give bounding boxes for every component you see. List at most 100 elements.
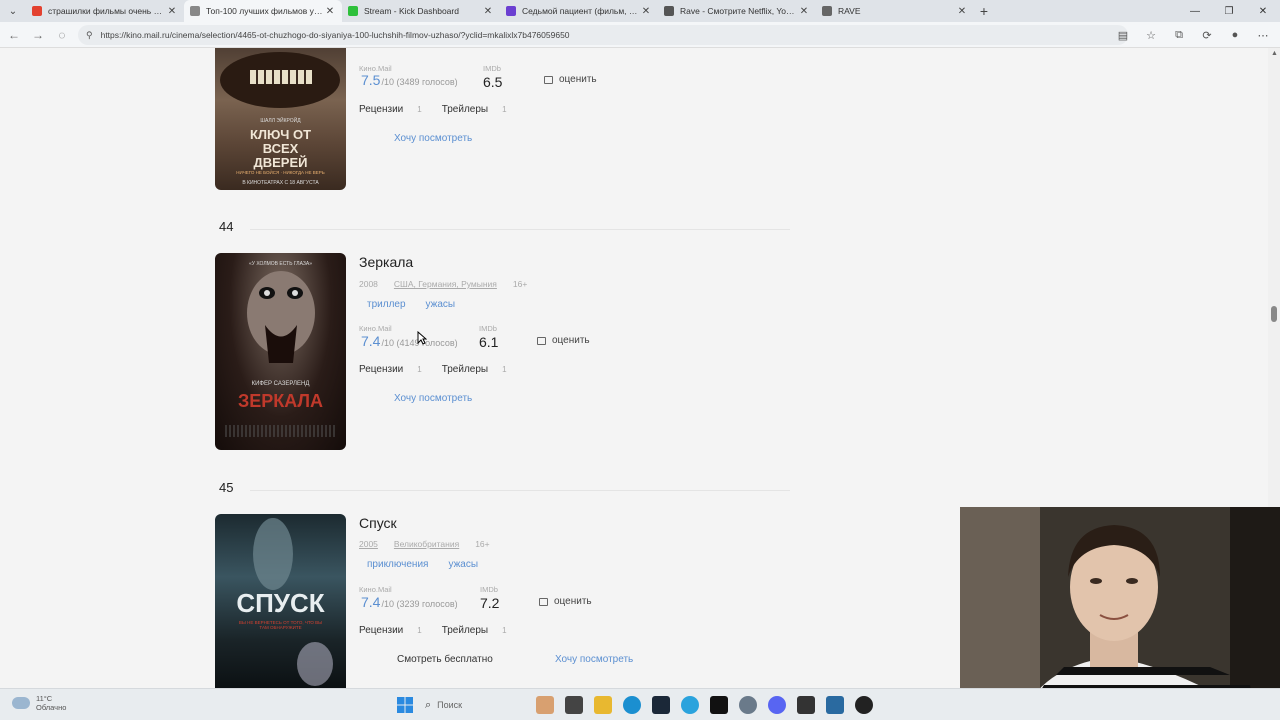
trailers-link[interactable]: Трейлеры 1 [442,625,507,636]
rating-value: 7.4 [361,333,381,349]
app-icon[interactable] [710,696,728,714]
poster-title-text: СПУСК [236,588,325,618]
steam-icon[interactable] [652,696,670,714]
close-tab-icon[interactable]: ✕ [482,6,494,17]
scroll-up-icon[interactable]: ▲ [1271,50,1278,57]
stop-loading-button[interactable]: ◌ [50,23,74,47]
reviews-link[interactable]: Рецензии 1 [359,364,422,375]
browser-tab[interactable]: страшилки фильмы очень страшн✕ [26,0,184,22]
movie-year[interactable]: 2005 [359,539,378,549]
want-to-watch-button[interactable]: Хочу посмотреть [555,654,633,665]
poster-tagline: ВЫ НЕ ВЕРНЕТЕСЬ ОТ ТОГО, ЧТО ВЫ ТАМ ОБНА… [238,620,323,630]
rate-label: оценить [559,74,597,85]
want-to-watch-button[interactable]: Хочу посмотреть [394,393,472,404]
tab-bar: ⌄ страшилки фильмы очень страшн✕Топ-100 … [0,0,1280,22]
rating-block: 7.4 /10 (3239 голосов) [361,594,458,610]
genre-tag[interactable]: триллер [367,299,406,310]
rating-value: 7.4 [361,594,381,610]
movie-poster[interactable]: СПУСК ВЫ НЕ ВЕРНЕТЕСЬ ОТ ТОГО, ЧТО ВЫ ТА… [215,514,346,688]
browser-tab[interactable]: Rave - Смотрите Netflix, YouTube ✕ [658,0,816,22]
want-to-watch-button[interactable]: Хочу посмотреть [394,133,472,144]
bookmark-star-icon[interactable]: ☆ [1142,25,1160,45]
close-tab-icon[interactable]: ✕ [166,6,178,17]
browser-tab[interactable]: Седьмой пациент (фильм, 2016) ✕ [500,0,658,22]
back-button[interactable]: ← [2,23,26,47]
imdb-value: 6.1 [479,334,499,350]
trailers-link[interactable]: Трейлеры 1 [442,364,507,375]
task-view-icon[interactable] [565,696,583,714]
reviews-link[interactable]: Рецензии 1 [359,625,422,636]
minimize-button[interactable]: — [1178,0,1212,22]
imdb-label: IMDb [479,324,497,333]
profile-avatar-icon[interactable]: ● [1226,25,1244,45]
poster-art [247,271,315,363]
browser-tab[interactable]: RAVE ✕ [816,0,974,22]
start-button[interactable] [396,696,414,714]
widget-app-icon[interactable] [536,696,554,714]
reviews-link[interactable]: Рецензии 1 [359,104,422,115]
genre-list: приключения ужасы [367,559,478,570]
rate-button[interactable]: оценить [537,335,590,346]
sync-icon[interactable]: ⟳ [1198,25,1216,45]
rating-source-label: Кино.Mail [359,324,392,333]
app-icon[interactable] [797,696,815,714]
weather-temperature: 11°C [36,694,53,703]
watch-free-button[interactable]: Смотреть бесплатно [397,654,493,665]
movie-year: 2008 [359,279,378,289]
extensions-icon[interactable]: ⧉ [1170,25,1188,45]
telegram-icon[interactable] [681,696,699,714]
trailers-link[interactable]: Трейлеры 1 [442,104,507,115]
file-explorer-icon[interactable] [594,696,612,714]
edge-browser-icon[interactable] [623,696,641,714]
taskbar-search[interactable]: ⌕ Поиск [425,695,525,715]
weather-widget[interactable]: 11°C Облачно [12,694,66,712]
rate-button[interactable]: оценить [539,596,592,607]
windows-logo-icon [397,697,413,713]
tab-list-menu-button[interactable]: ⌄ [0,0,26,22]
movie-poster[interactable]: ШАЛЛ ЭЙКРОЙД КЛЮЧ ОТ ВСЕХ ДВЕРЕЙ НИЧЕГО … [215,48,346,190]
app-icon[interactable] [855,696,873,714]
close-tab-icon[interactable]: ✕ [640,6,652,17]
close-window-button[interactable]: ✕ [1246,0,1280,22]
url-text: https://kino.mail.ru/cinema/selection/44… [100,30,570,40]
genre-tag[interactable]: ужасы [448,559,478,570]
rank-number: 44 [219,219,234,234]
app-icon[interactable] [826,696,844,714]
forward-button[interactable]: → [26,23,50,47]
tab-title: Rave - Смотрите Netflix, YouTube [680,6,798,16]
movie-links: Рецензии 1 Трейлеры 1 [359,104,507,115]
genre-tag[interactable]: ужасы [426,299,456,310]
mouse-cursor-icon [417,331,427,345]
movie-title[interactable]: Зеркала [359,254,413,270]
movie-countries[interactable]: Великобритания [394,539,459,549]
movie-poster[interactable]: «У ХОЛМОВ ЕСТЬ ГЛАЗА» КИФЕР САЗЕРЛЕНД ЗЕ… [215,253,346,450]
menu-icon[interactable]: ⋯ [1254,25,1272,45]
browser-tab[interactable]: Stream - Kick Dashboard ✕ [342,0,500,22]
restore-button[interactable]: ❐ [1212,0,1246,22]
close-tab-icon[interactable]: ✕ [324,6,336,17]
address-bar[interactable]: ⚲ https://kino.mail.ru/cinema/selection/… [78,25,1128,45]
poster-title-text: ЗЕРКАЛА [237,391,324,411]
rate-icon [544,75,553,84]
rate-button[interactable]: оценить [544,74,597,85]
tab-title: страшилки фильмы очень страшн [48,6,166,16]
browser-tab[interactable]: Топ-100 лучших фильмов ужасов✕ [184,0,342,22]
movie-title[interactable]: Спуск [359,515,397,531]
poster-top-text: ШАЛЛ ЭЙКРОЙД [260,118,301,124]
reader-mode-icon[interactable]: ▤ [1114,25,1132,45]
close-tab-icon[interactable]: ✕ [956,6,968,17]
divider [250,229,790,230]
site-info-icon[interactable]: ⚲ [86,30,93,41]
close-tab-icon[interactable]: ✕ [798,6,810,17]
window-controls: — ❐ ✕ [1178,0,1280,22]
scrollbar-thumb[interactable] [1271,306,1277,322]
settings-gear-icon[interactable] [739,696,757,714]
discord-icon[interactable] [768,696,786,714]
rating-block: 7.4 /10 (4149 голосов) [361,333,458,349]
genre-tag[interactable]: приключения [367,559,428,570]
new-tab-button[interactable]: + [974,3,994,19]
movie-countries[interactable]: США, Германия, Румыния [394,279,497,289]
yandex-icon [32,6,42,16]
movie-meta: 2005 Великобритания 16+ [359,539,490,549]
tab-title: RAVE [838,6,861,16]
